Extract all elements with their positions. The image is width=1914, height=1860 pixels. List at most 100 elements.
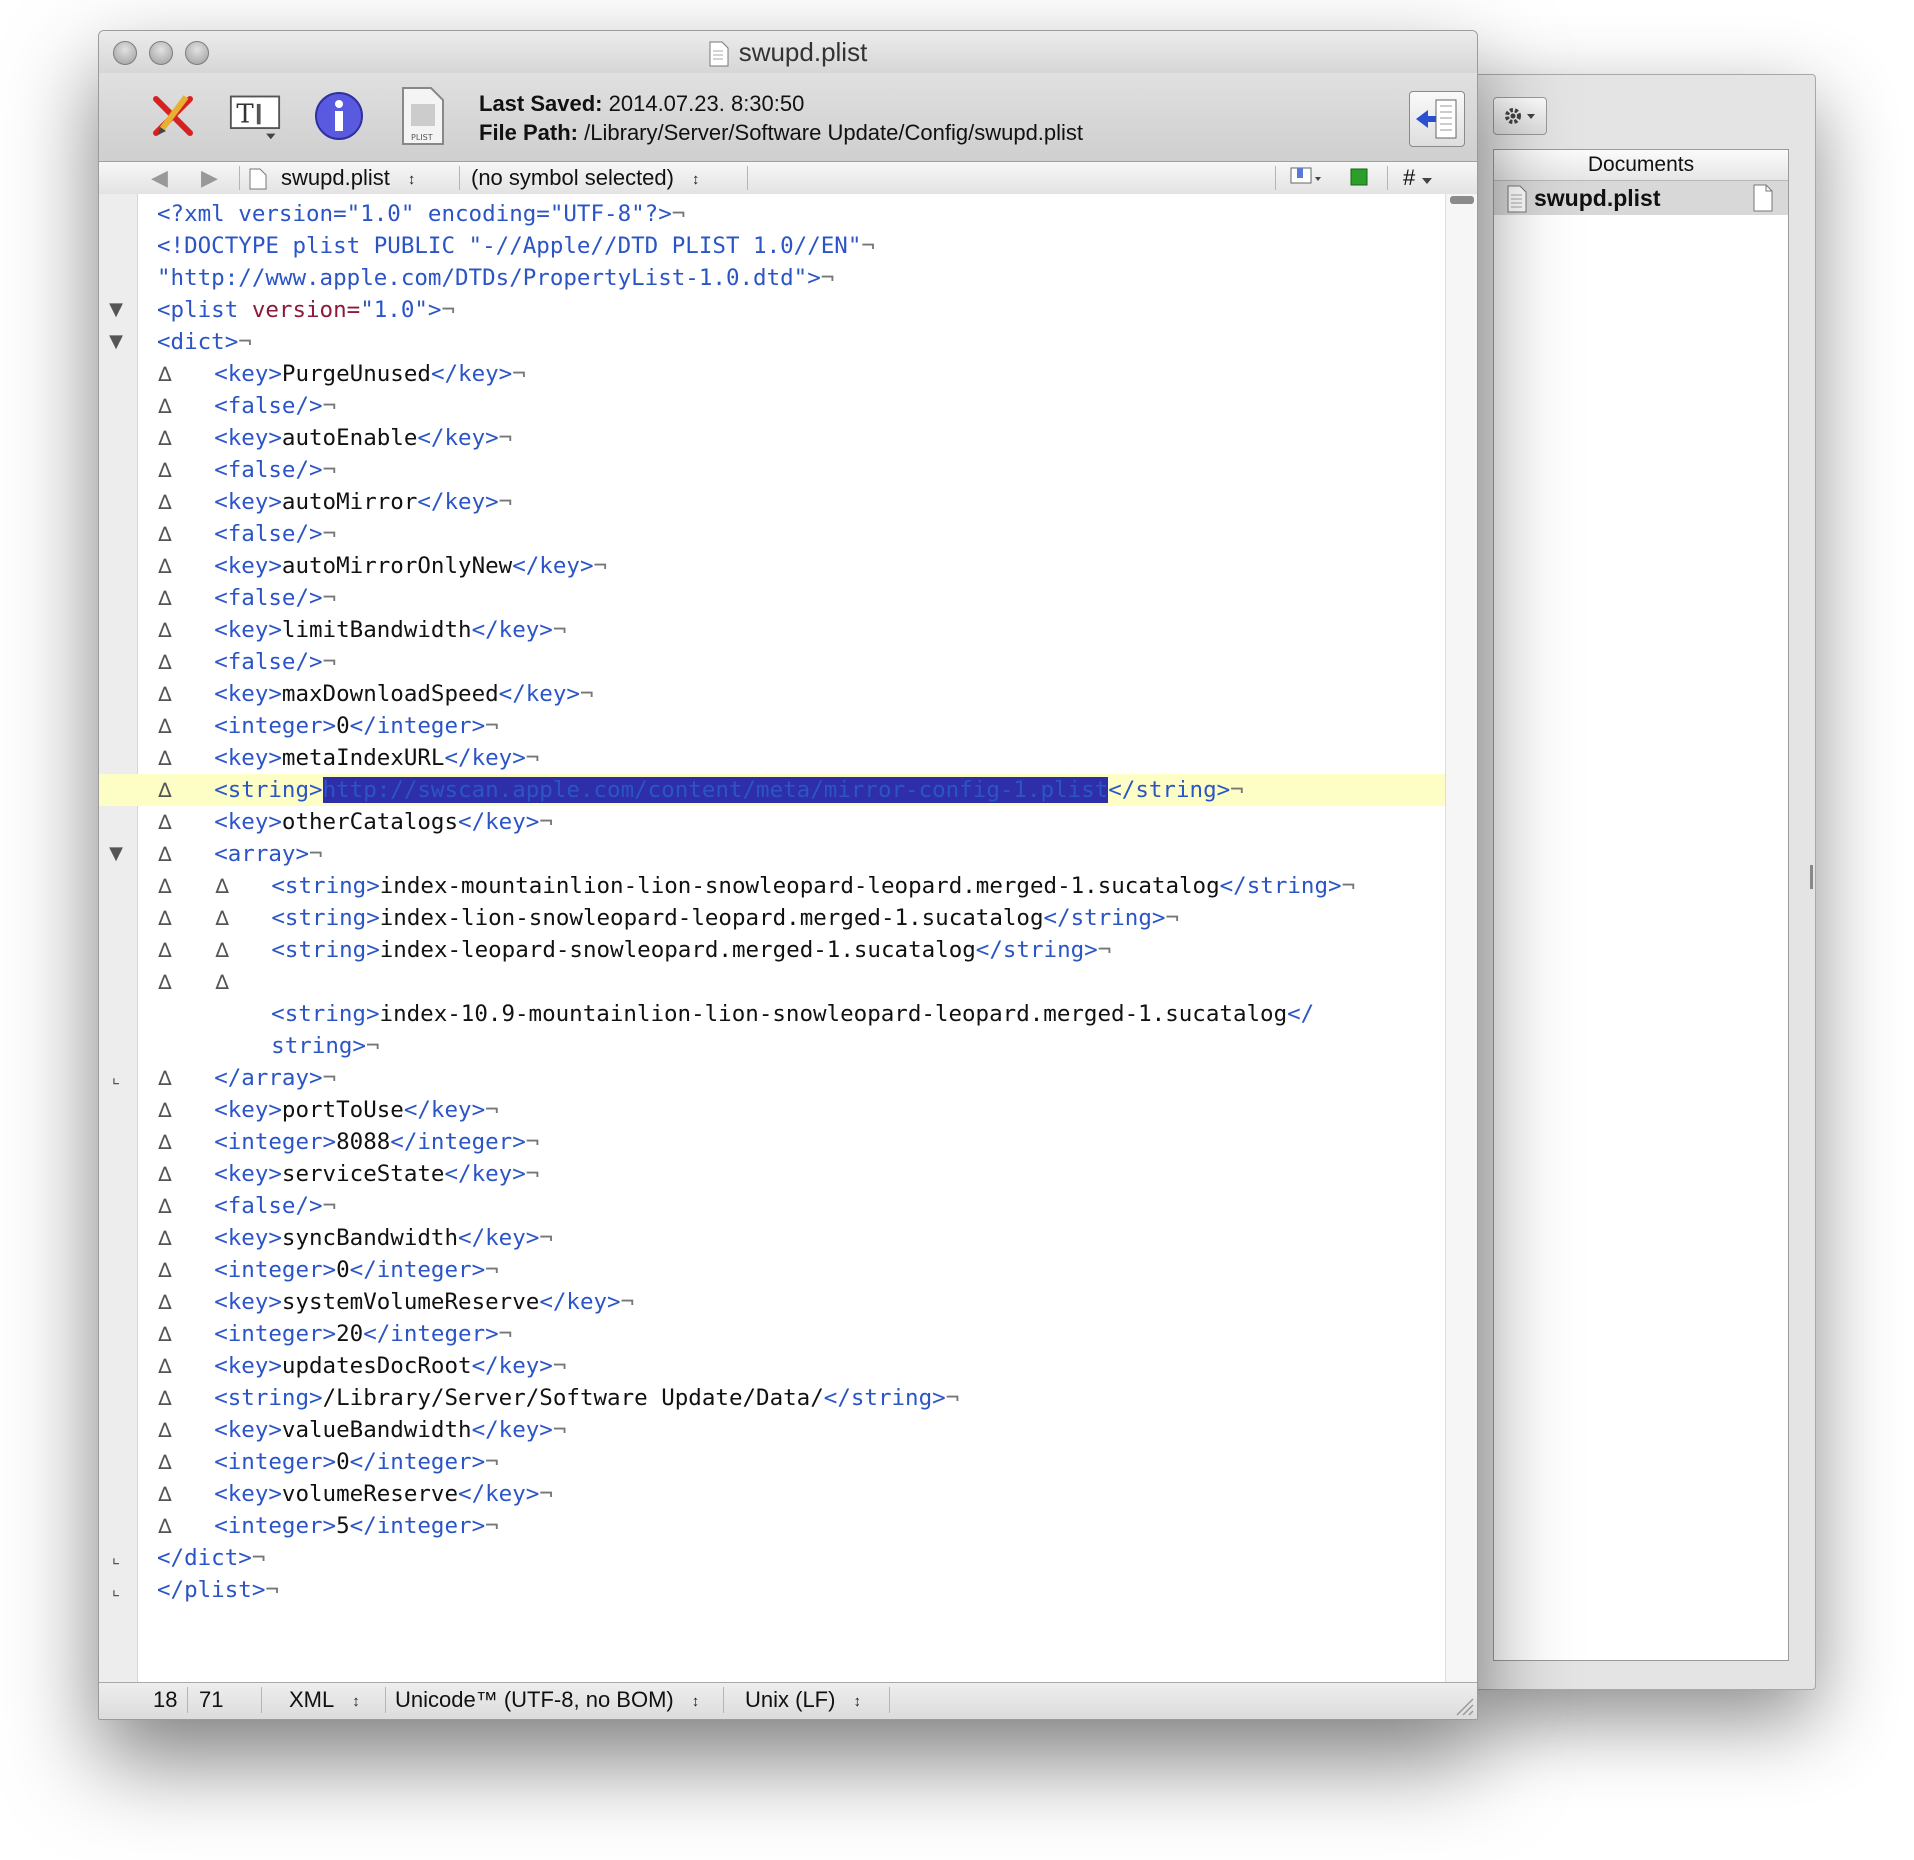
resize-grip-icon[interactable] [1451,1693,1475,1717]
tag-text: <key> [214,553,282,579]
code-editor[interactable]: <?xml version="1.0" encoding="UTF-8"?>¬ <… [99,194,1445,1683]
drawer-resize-handle[interactable] [1810,865,1813,889]
tag-text: <key> [214,1225,282,1251]
line-number-popup[interactable]: # [1403,165,1433,191]
hash-label: # [1403,165,1416,190]
back-arrow-icon[interactable]: ◀ [151,165,168,191]
code-text: "http://www.apple.com/DTDs/PropertyList-… [157,262,834,294]
scroll-thumb[interactable] [1450,196,1474,204]
line-end-marker: ¬ [552,1353,567,1379]
line-end-marker: ¬ [539,809,553,835]
line-endings-popup[interactable]: Unix (LF) ↕ [745,1687,861,1713]
green-square-icon [1350,168,1368,186]
fold-triangle-icon[interactable]: ▼ [103,326,129,358]
selected-text: http://swscan.apple.com/content/meta/mir… [322,777,1109,803]
tag-text: <?xml version="1.0" encoding="UTF-8"?> [157,201,672,227]
tag-text: <key> [214,425,282,451]
status-indicator[interactable] [1349,165,1371,193]
code-line: ∆ <integer>0</integer>¬ [99,1254,1445,1286]
code-text: <key>updatesDocRoot</key>¬ [214,1350,566,1382]
tag-text: <string> [271,937,380,963]
line-end-marker: ¬ [512,361,526,387]
line-end-marker: ¬ [498,489,513,515]
code-line: ∆ <false/>¬ [99,454,1445,486]
line-end-marker: ¬ [820,265,835,291]
code-text: <string>http://swscan.apple.com/content/… [214,774,1244,806]
code-line: ∆ <string>http://swscan.apple.com/content… [99,774,1445,806]
tag-text: <string> [214,1385,323,1411]
tag-text: <integer> [214,1449,337,1475]
value-text: autoEnable [281,425,418,451]
tag-text: <false/> [214,585,323,611]
code-line: ⌞ </dict>¬ [99,1542,1445,1574]
code-line: ▼ <dict>¬ [99,326,1445,358]
line-end-marker: ¬ [1097,937,1112,963]
tag-text: </key> [458,809,540,835]
code-text: <key>syncBandwidth</key>¬ [214,1222,553,1254]
tab-marker: ∆ [158,1418,172,1442]
line-end-marker: ¬ [671,201,686,227]
document-icon [709,41,729,67]
plist-file-button[interactable]: PLIST [397,87,449,145]
encoding-popup[interactable]: Unicode™ (UTF-8, no BOM) ↕ [395,1687,699,1713]
code-text: string>¬ [271,1030,379,1062]
forward-arrow-icon[interactable]: ▶ [201,165,218,191]
symbol-popup[interactable]: (no symbol selected) ↕ [471,165,699,191]
value-text: metaIndexURL [281,745,445,771]
line-end-marker: ¬ [322,649,337,675]
code-text: <string>/Library/Server/Software Update/… [214,1382,959,1414]
value-text: /Library/Server/Software Update/Data/ [322,1385,824,1411]
code-line: ∆ <key>metaIndexURL</key>¬ [99,742,1445,774]
code-line: ∆ ∆ <string>index-leopard-snowleopard.merg… [99,934,1445,966]
value-text: 0 [336,1449,350,1475]
fold-triangle-icon[interactable]: ▼ [103,294,129,326]
value-text: volumeReserve [281,1481,459,1507]
tab-marker: ∆ [158,426,172,450]
syntax-popup[interactable]: XML ↕ [289,1687,360,1713]
tab-marker: ∆ [215,906,229,930]
gear-menu-button[interactable] [1493,97,1547,135]
value-text: 8088 [336,1129,391,1155]
file-popup[interactable]: swupd.plist ↕ [249,165,415,191]
tag-text: <integer> [214,1513,337,1539]
code-line: ∆ <key>maxDownloadSpeed</key>¬ [99,678,1445,710]
tag-text: </key> [444,1161,526,1187]
code-text: </array>¬ [214,1062,336,1094]
fold-triangle-icon[interactable]: ▼ [103,838,129,870]
code-line: ∆ <key>otherCatalogs</key>¬ [99,806,1445,838]
value-text: 0 [336,1257,350,1283]
code-line: ∆ ∆ <string>index-mountainlion-lion-snowle… [99,870,1445,902]
text-options-button[interactable]: T [229,87,281,145]
code-line: <string>index-10.9-mountainlion-lion-sno… [99,998,1445,1030]
vertical-scrollbar[interactable] [1445,194,1477,1683]
value-text: 0 [336,713,350,739]
info-button[interactable] [313,87,365,145]
line-end-marker: ¬ [485,1513,499,1539]
tag-text: </string> [975,937,1098,963]
tag-text: <false/> [214,649,323,675]
tab-marker: ∆ [158,970,172,994]
tag-text: <key> [214,1353,282,1379]
tag-text: </string> [1219,873,1342,899]
tag-text: <key> [214,809,282,835]
line-end-marker: ¬ [322,457,337,483]
tab-marker: ∆ [158,874,172,898]
document-name: swupd.plist [1534,184,1661,211]
value-text: index-mountainlion-lion-snowleopard-leop… [379,873,1220,899]
edit-button[interactable] [147,87,199,145]
tab-marker: ∆ [158,1322,172,1346]
code-line: ▼ <plist version="1.0">¬ [99,294,1445,326]
tag-text: </key> [403,1097,486,1123]
fold-end-icon: ⌞ [111,1579,121,1600]
code-text: <key>PurgeUnused</key>¬ [214,358,526,390]
file-popup-label: swupd.plist [281,165,390,190]
tag-text: </integer> [349,713,486,739]
code-line: ∆ <false/>¬ [99,390,1445,422]
toggle-drawer-button[interactable] [1409,91,1465,147]
blank-document-icon [1753,184,1773,212]
tab-marker: ∆ [158,490,172,514]
bookmarks-popup[interactable] [1289,165,1323,193]
line-end-marker: ¬ [525,1129,540,1155]
document-list-item[interactable]: swupd.plist [1494,181,1788,215]
tab-marker: ∆ [158,1482,172,1506]
